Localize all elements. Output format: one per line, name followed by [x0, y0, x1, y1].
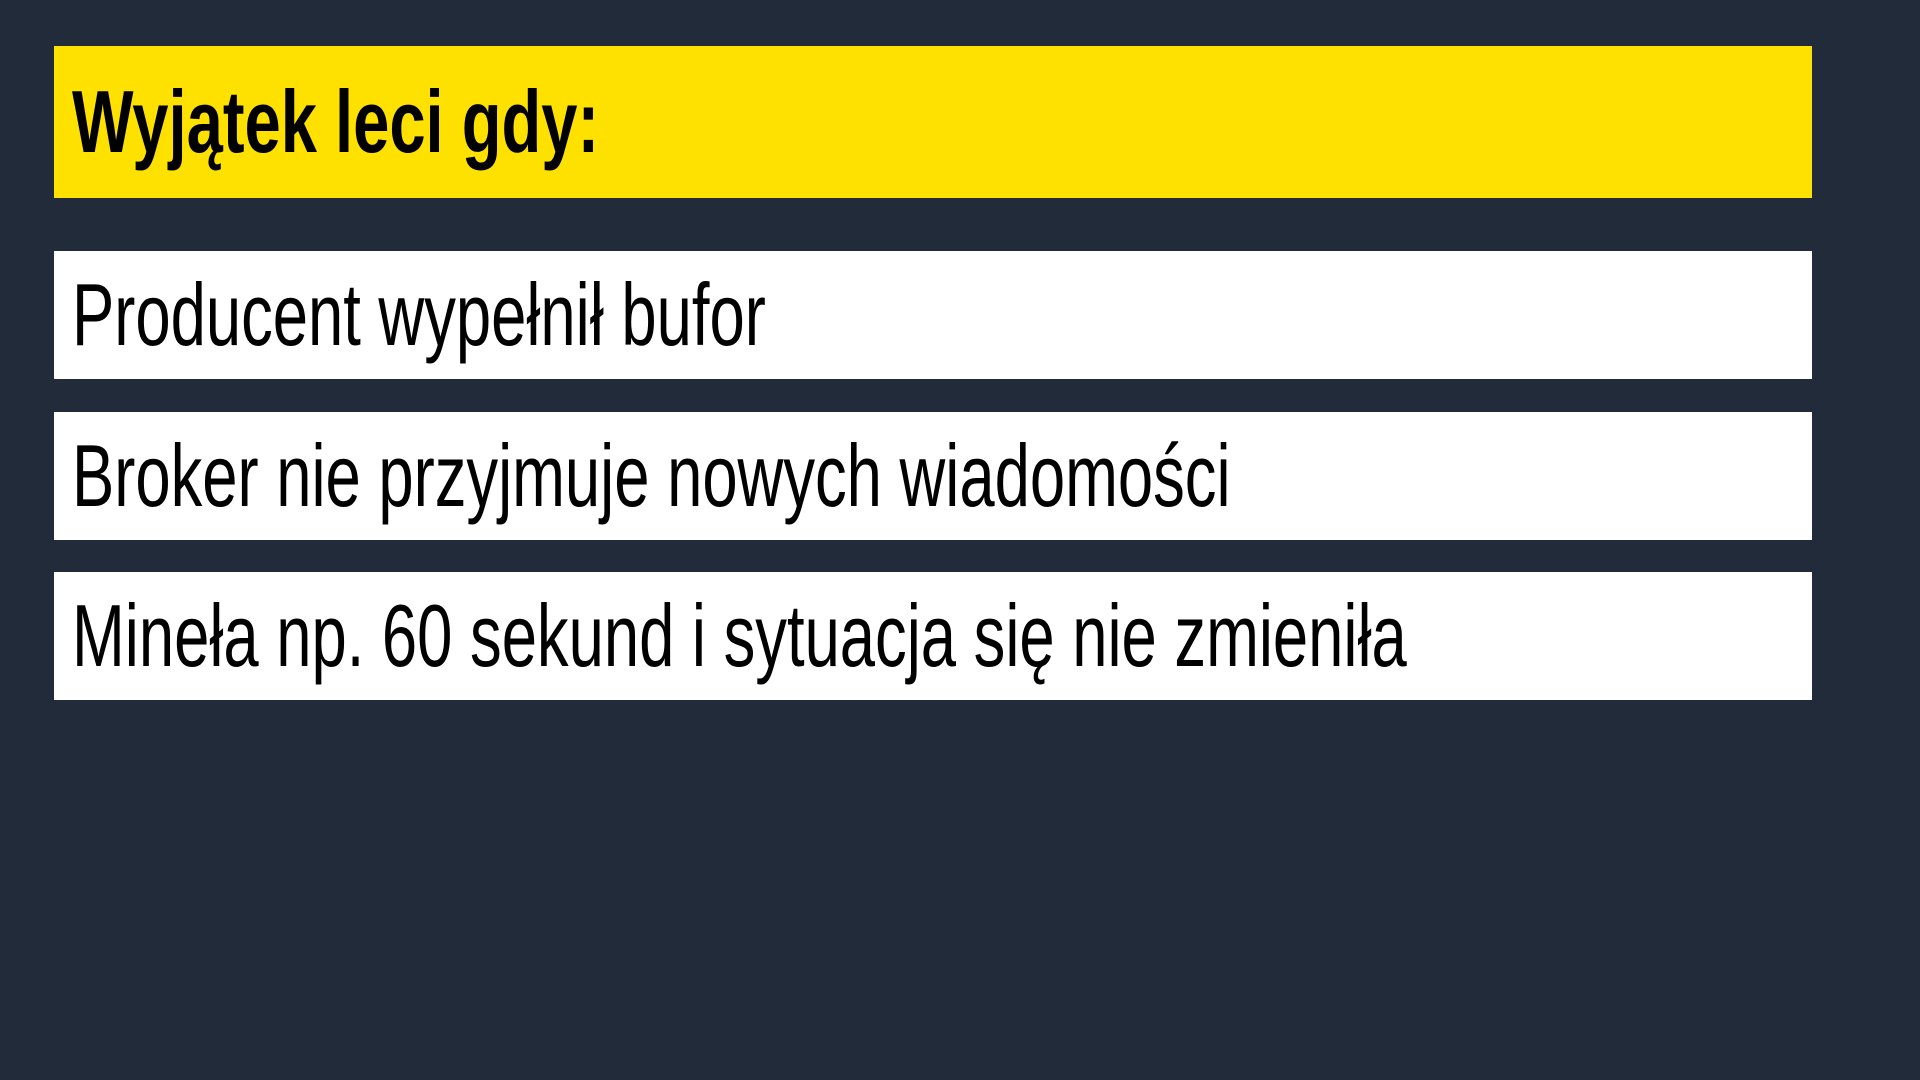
slide: Wyjątek leci gdy: Producent wypełnił buf…	[0, 0, 1920, 1080]
list-item: Broker nie przyjmuje nowych wiadomości	[54, 412, 1812, 540]
list-item-text: Mineła np. 60 sekund i sytuacja się nie …	[72, 586, 1407, 685]
list-item-text: Broker nie przyjmuje nowych wiadomości	[72, 426, 1231, 525]
list-item: Mineła np. 60 sekund i sytuacja się nie …	[54, 572, 1812, 700]
list-item-text: Producent wypełnił bufor	[72, 265, 766, 364]
title-banner: Wyjątek leci gdy:	[54, 46, 1812, 198]
slide-title: Wyjątek leci gdy:	[72, 72, 600, 171]
list-item: Producent wypełnił bufor	[54, 251, 1812, 379]
